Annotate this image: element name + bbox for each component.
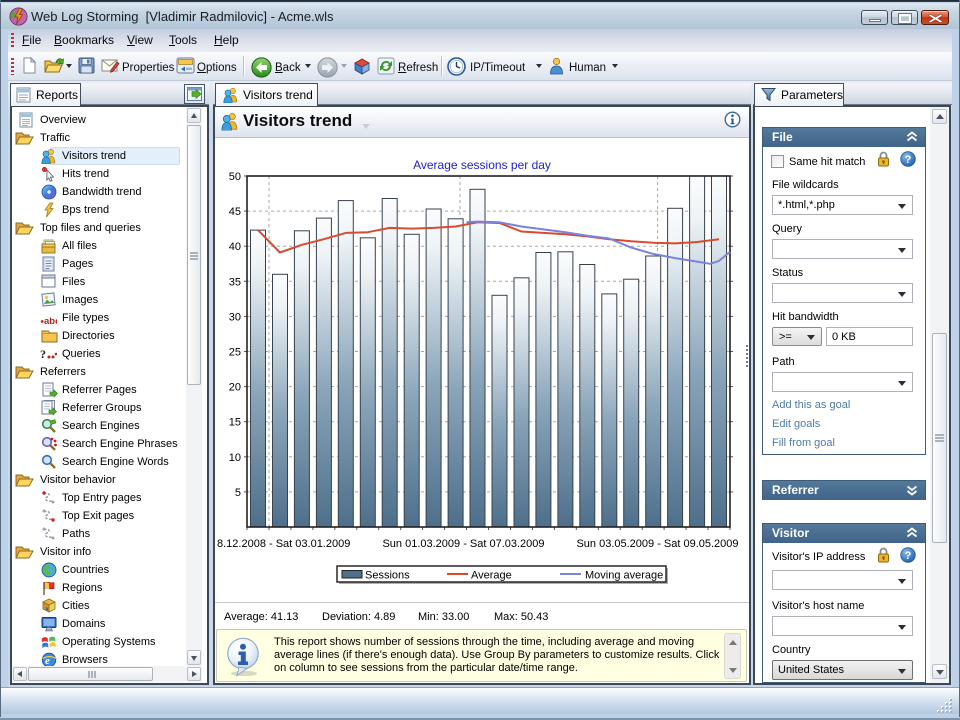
svg-text:Average sessions per day: Average sessions per day: [413, 158, 551, 172]
svg-text:?: ?: [905, 550, 912, 562]
svg-text:35: 35: [229, 276, 241, 288]
svg-text:abc: abc: [44, 316, 57, 326]
svg-text:45: 45: [229, 206, 241, 218]
svg-text:Sun 03.05.2009 - Sat 09.05.200: Sun 03.05.2009 - Sat 09.05.2009: [576, 538, 738, 550]
svg-text:?: ?: [40, 347, 46, 361]
svg-text:8.12.2008 - Sat 03.01.2009: 8.12.2008 - Sat 03.01.2009: [217, 538, 350, 550]
svg-text:25: 25: [229, 347, 241, 359]
svg-text:5: 5: [235, 487, 241, 499]
svg-text:Moving average: Moving average: [585, 570, 663, 582]
svg-text:Sessions: Sessions: [365, 570, 410, 582]
svg-text:10: 10: [229, 452, 241, 464]
svg-text:?: ?: [905, 154, 912, 166]
svg-text:Average: Average: [471, 570, 512, 582]
svg-text:20: 20: [229, 382, 241, 394]
svg-text:30: 30: [229, 311, 241, 323]
svg-text:50: 50: [229, 171, 241, 183]
svg-text:40: 40: [229, 241, 241, 253]
svg-text:Sun 01.03.2009 - Sat 07.03.200: Sun 01.03.2009 - Sat 07.03.2009: [382, 538, 544, 550]
svg-text:15: 15: [229, 417, 241, 429]
